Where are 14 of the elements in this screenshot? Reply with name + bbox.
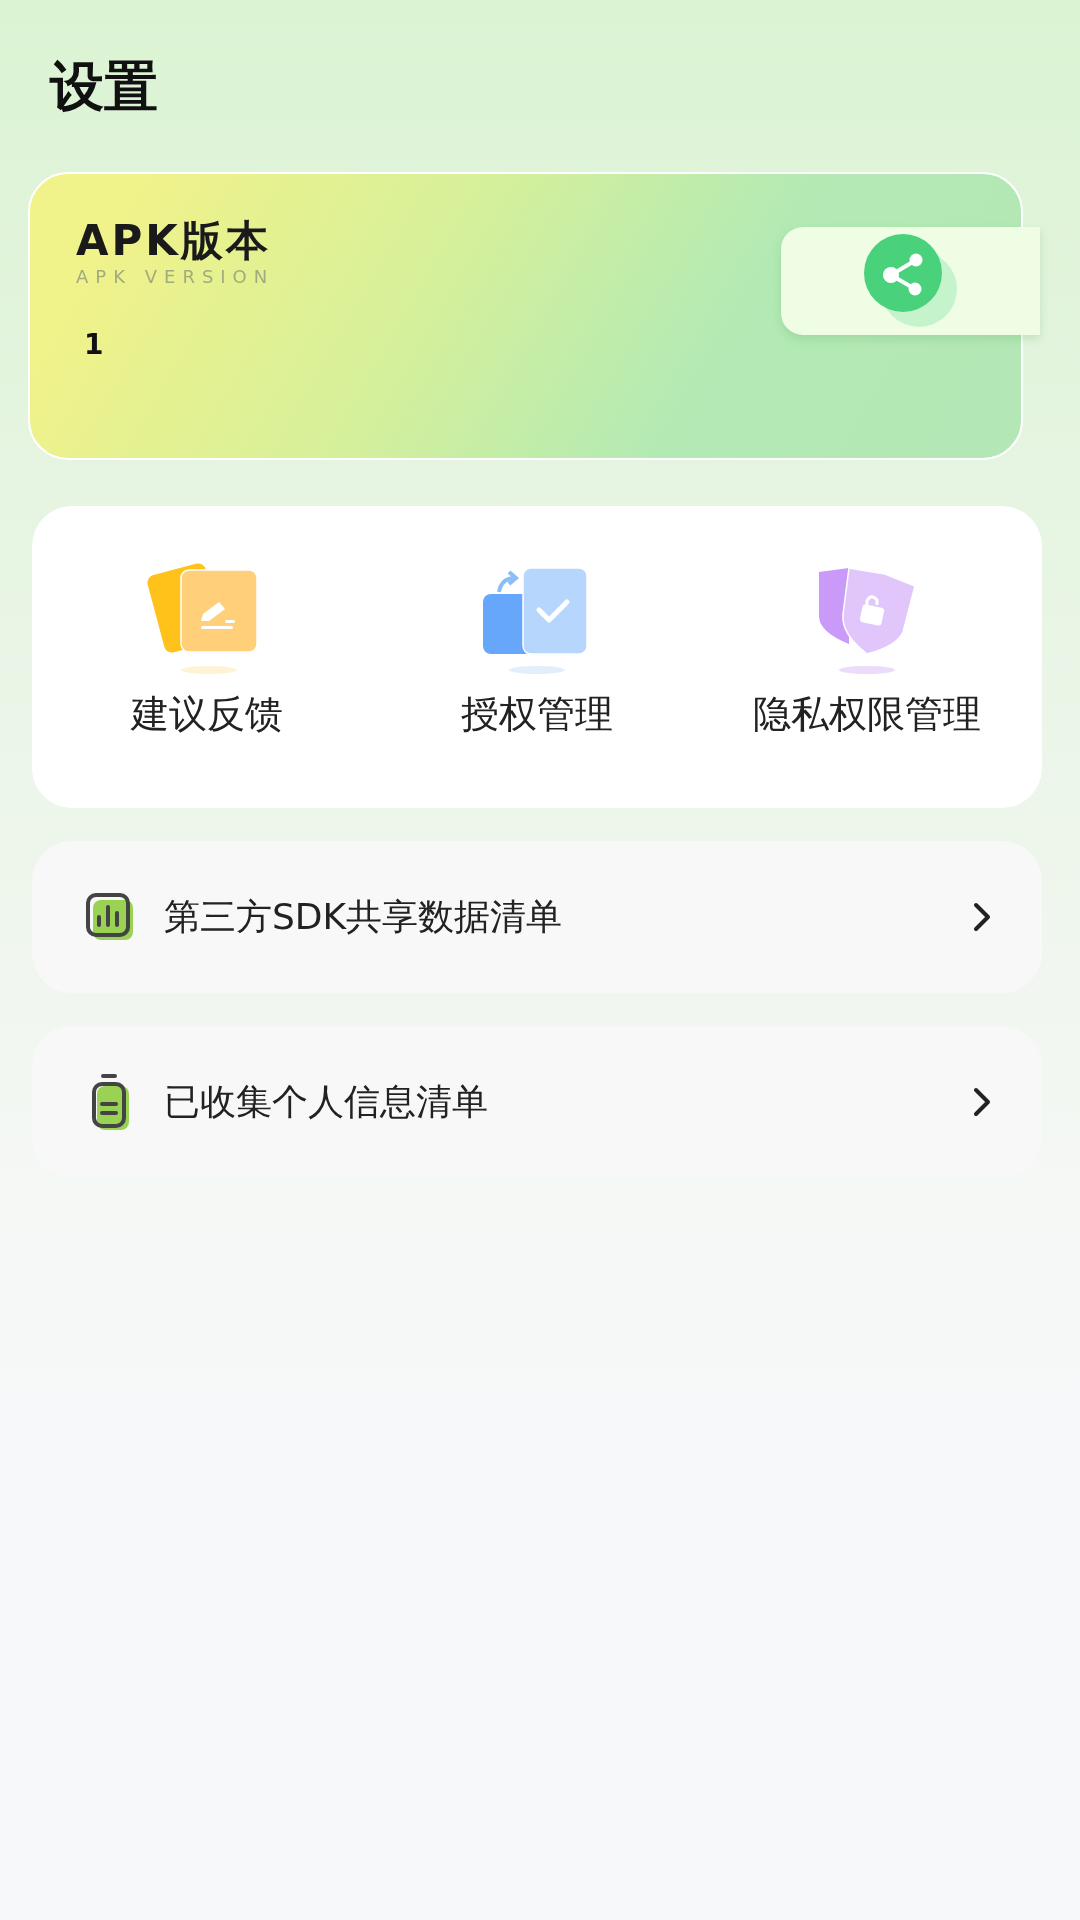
- list-row[interactable]: 第三方SDK共享数据清单: [32, 841, 1042, 993]
- version-title: APK版本: [76, 216, 271, 266]
- page-title: 设置: [50, 55, 158, 118]
- chevron-right-icon: [972, 901, 992, 933]
- list-row[interactable]: 已收集个人信息清单: [32, 1026, 1042, 1178]
- version-subtitle: APK VERSION: [76, 266, 275, 288]
- shortcut-item[interactable]: 授权管理: [372, 506, 702, 808]
- chevron-right-icon: [972, 1086, 992, 1118]
- share-icon: [862, 233, 959, 329]
- share-button[interactable]: [781, 227, 1040, 335]
- chart-icon: [84, 891, 136, 943]
- shortcut-item[interactable]: 建议反馈: [42, 506, 372, 808]
- shortcut-item[interactable]: 隐私权限管理: [702, 506, 1032, 808]
- version-number: 1: [84, 328, 104, 362]
